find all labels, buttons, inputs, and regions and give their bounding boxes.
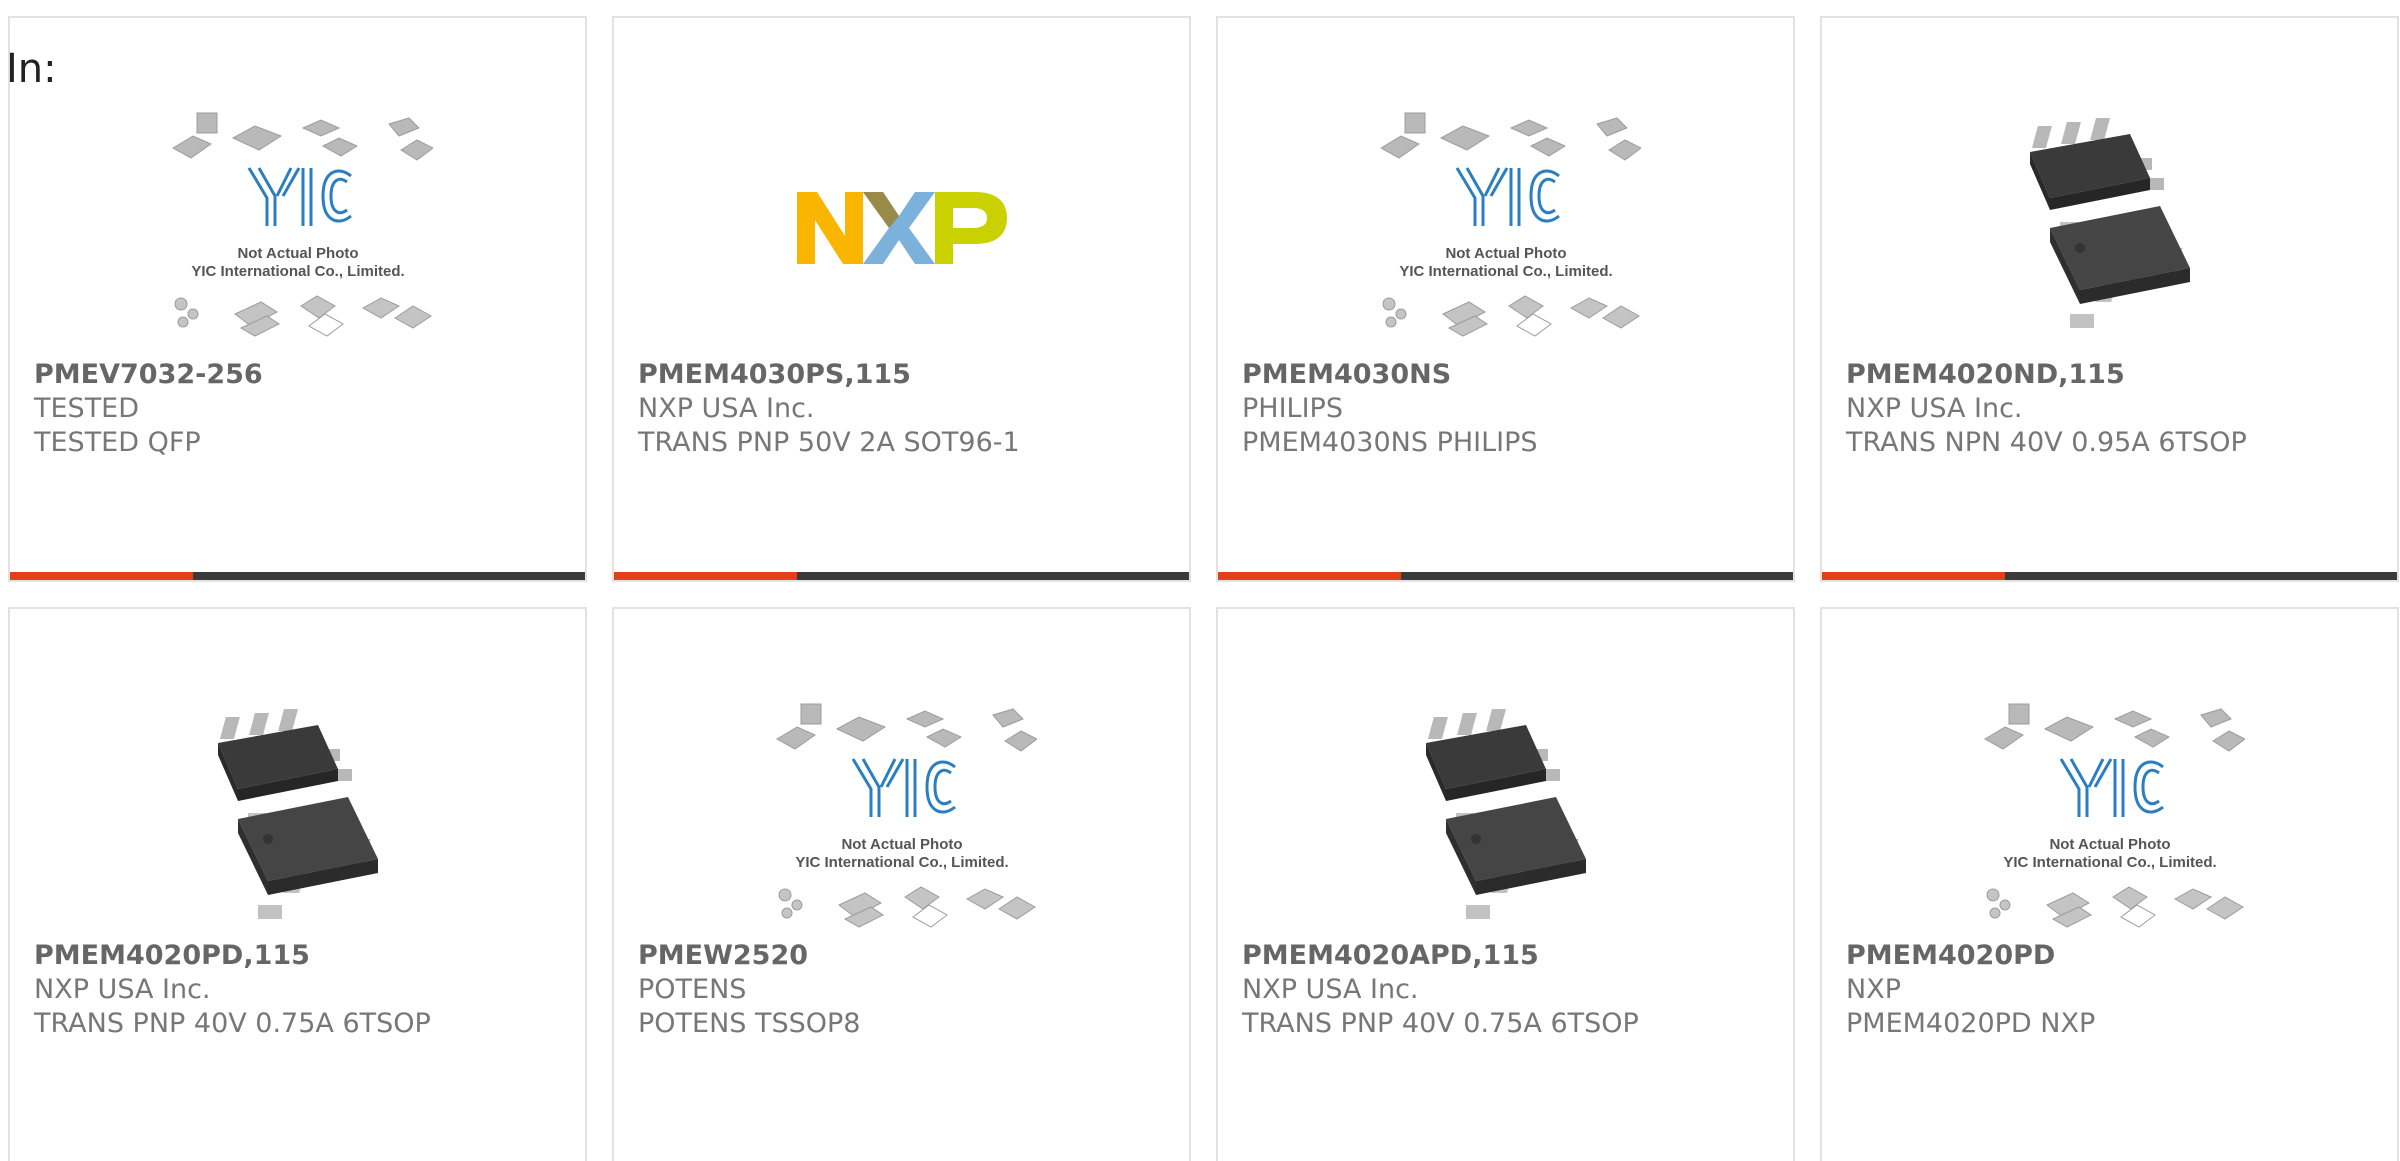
yic-placeholder-icon: Not Actual Photo YIC International Co., …: [1983, 703, 2245, 928]
manufacturer: NXP: [1846, 974, 1901, 1005]
description: POTENS TSSOP8: [638, 1008, 861, 1039]
product-image[interactable]: [1822, 88, 2397, 368]
svg-text:YIC International Co., Limited: YIC International Co., Limited.: [795, 854, 1008, 871]
product-info: PMEM4020PD,115 NXP USA Inc. TRANS PNP 40…: [34, 939, 575, 1041]
part-number[interactable]: PMEM4020APD,115: [1242, 939, 1783, 973]
manufacturer: NXP USA Inc.: [1242, 974, 1419, 1005]
in-label: In:: [6, 46, 57, 92]
product-image[interactable]: Not Actual Photo YIC International Co., …: [1218, 88, 1793, 368]
card-bottom-bar: [10, 572, 585, 580]
manufacturer: TESTED: [34, 393, 140, 424]
product-grid: Not Actual Photo YIC International Co., …: [8, 16, 2400, 1161]
product-card[interactable]: PMEM4020APD,115 NXP USA Inc. TRANS PNP 4…: [1216, 607, 1795, 1161]
manufacturer: NXP USA Inc.: [34, 974, 211, 1005]
product-info: PMEM4020ND,115 NXP USA Inc. TRANS NPN 40…: [1846, 358, 2387, 460]
description: TRANS PNP 50V 2A SOT96-1: [638, 427, 1020, 458]
product-info: PMEV7032-256 TESTED TESTED QFP: [34, 358, 575, 460]
part-number[interactable]: PMEM4030PS,115: [638, 358, 1179, 392]
product-card[interactable]: Not Actual Photo YIC International Co., …: [612, 607, 1191, 1161]
manufacturer: NXP USA Inc.: [1846, 393, 2023, 424]
product-card[interactable]: PMEM4030PS,115 NXP USA Inc. TRANS PNP 50…: [612, 16, 1191, 582]
manufacturer: PHILIPS: [1242, 393, 1343, 424]
description: PMEM4030NS PHILIPS: [1242, 427, 1538, 458]
part-number[interactable]: PMEM4020ND,115: [1846, 358, 2387, 392]
nxp-logo-icon: [796, 192, 1007, 264]
product-card[interactable]: PMEM4020PD,115 NXP USA Inc. TRANS PNP 40…: [8, 607, 587, 1161]
yic-placeholder-icon: Not Actual Photo YIC International Co., …: [775, 703, 1037, 928]
svg-text:Not Actual Photo: Not Actual Photo: [237, 245, 358, 262]
svg-text:Not Actual Photo: Not Actual Photo: [1445, 245, 1566, 262]
card-bottom-bar: [614, 572, 1189, 580]
product-info: PMEM4030NS PHILIPS PMEM4030NS PHILIPS: [1242, 358, 1783, 460]
description: TESTED QFP: [34, 427, 201, 458]
product-info: PMEM4020PD NXP PMEM4020PD NXP: [1846, 939, 2387, 1041]
product-card[interactable]: Not Actual Photo YIC International Co., …: [8, 16, 587, 582]
product-info: PMEM4030PS,115 NXP USA Inc. TRANS PNP 50…: [638, 358, 1179, 460]
card-bottom-bar: [1218, 572, 1793, 580]
description: TRANS PNP 40V 0.75A 6TSOP: [1242, 1008, 1639, 1039]
card-accent-bar: [10, 572, 193, 580]
product-listing-page: In: Not Actual Photo YIC International C…: [0, 0, 2400, 1161]
manufacturer: POTENS: [638, 974, 747, 1005]
product-image[interactable]: Not Actual Photo YIC International Co., …: [1822, 679, 2397, 959]
product-image[interactable]: Not Actual Photo YIC International Co., …: [10, 88, 585, 368]
card-accent-bar: [614, 572, 797, 580]
product-card[interactable]: Not Actual Photo YIC International Co., …: [1820, 607, 2399, 1161]
product-info: PMEM4020APD,115 NXP USA Inc. TRANS PNP 4…: [1242, 939, 1783, 1041]
svg-text:YIC International Co., Limited: YIC International Co., Limited.: [2003, 854, 2216, 871]
product-image[interactable]: [1218, 679, 1793, 959]
product-image[interactable]: Not Actual Photo YIC International Co., …: [614, 679, 1189, 959]
card-accent-bar: [1822, 572, 2005, 580]
part-number[interactable]: PMEV7032-256: [34, 358, 575, 392]
svg-text:Not Actual Photo: Not Actual Photo: [2049, 836, 2170, 853]
product-card[interactable]: PMEM4020ND,115 NXP USA Inc. TRANS NPN 40…: [1820, 16, 2399, 582]
part-number[interactable]: PMEW2520: [638, 939, 1179, 973]
tsop-chip-icon: [2029, 118, 2190, 328]
tsop-chip-icon: [217, 709, 378, 919]
description: PMEM4020PD NXP: [1846, 1008, 2096, 1039]
description: TRANS PNP 40V 0.75A 6TSOP: [34, 1008, 431, 1039]
svg-text:Not Actual Photo: Not Actual Photo: [841, 836, 962, 853]
svg-text:YIC International Co., Limited: YIC International Co., Limited.: [191, 263, 404, 280]
part-number[interactable]: PMEM4020PD: [1846, 939, 2387, 973]
part-number[interactable]: PMEM4030NS: [1242, 358, 1783, 392]
yic-placeholder-icon: Not Actual Photo YIC International Co., …: [171, 112, 433, 337]
description: TRANS NPN 40V 0.95A 6TSOP: [1846, 427, 2247, 458]
card-accent-bar: [1218, 572, 1401, 580]
card-bottom-bar: [1822, 572, 2397, 580]
tsop-chip-icon: [1425, 709, 1586, 919]
manufacturer: NXP USA Inc.: [638, 393, 815, 424]
part-number[interactable]: PMEM4020PD,115: [34, 939, 575, 973]
product-card[interactable]: Not Actual Photo YIC International Co., …: [1216, 16, 1795, 582]
product-info: PMEW2520 POTENS POTENS TSSOP8: [638, 939, 1179, 1041]
yic-placeholder-icon: Not Actual Photo YIC International Co., …: [1379, 112, 1641, 337]
svg-text:YIC International Co., Limited: YIC International Co., Limited.: [1399, 263, 1612, 280]
product-image[interactable]: [10, 679, 585, 959]
product-image[interactable]: [614, 88, 1189, 368]
